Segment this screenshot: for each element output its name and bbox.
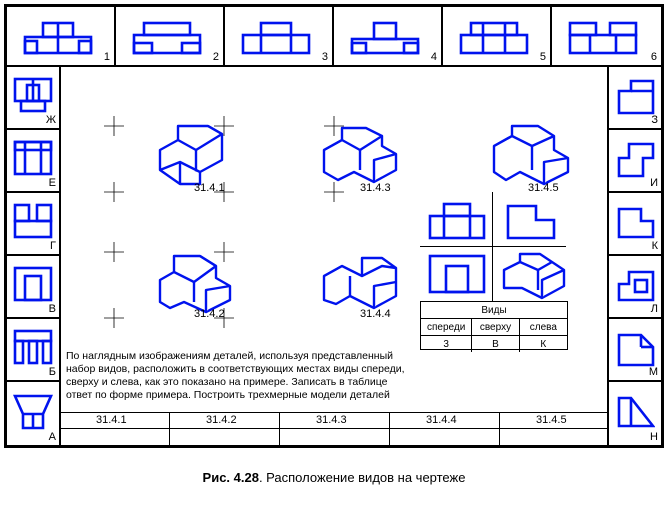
right-view-icon-m bbox=[617, 331, 655, 367]
example-left-view-icon bbox=[506, 202, 556, 240]
left-label: Е bbox=[49, 177, 56, 189]
bcol-v3 bbox=[389, 412, 390, 446]
bottom-col: 31.4.2 bbox=[206, 414, 237, 426]
bottom-col: 31.4.4 bbox=[426, 414, 457, 426]
caption-text: . Расположение видов на чертеже bbox=[259, 470, 466, 485]
left-cell-g: Г bbox=[6, 192, 60, 255]
caption-ref: Рис. 4.28 bbox=[203, 470, 259, 485]
views-hdr: сверху bbox=[472, 319, 519, 335]
top-label: 3 bbox=[322, 51, 328, 63]
bcol-v1 bbox=[169, 412, 170, 446]
views-val: 3 bbox=[421, 336, 472, 352]
views-title: Виды bbox=[421, 302, 567, 318]
top-view-icon-5 bbox=[459, 21, 529, 55]
iso-label: 31.4.2 bbox=[194, 308, 225, 320]
top-view-icon-1 bbox=[23, 21, 93, 55]
top-label: 5 bbox=[540, 51, 546, 63]
left-cell-a: А bbox=[6, 381, 60, 446]
top-label: 4 bbox=[431, 51, 437, 63]
bottom-row-top bbox=[60, 412, 608, 413]
example-iso-icon bbox=[498, 250, 568, 300]
right-cell-n: Н bbox=[608, 381, 662, 446]
views-val: В bbox=[472, 336, 519, 352]
iso-label: 31.4.1 bbox=[194, 182, 225, 194]
left-view-icon-b bbox=[13, 329, 53, 365]
left-label: А bbox=[49, 431, 56, 443]
bcol-v4 bbox=[499, 412, 500, 446]
left-label: В bbox=[49, 303, 56, 315]
top-cell-4: 4 bbox=[333, 6, 442, 66]
top-view-icon-3 bbox=[241, 21, 311, 55]
iso-part-4 bbox=[316, 246, 406, 316]
right-label: М bbox=[649, 366, 658, 378]
example-hline bbox=[420, 246, 566, 247]
views-hdr: слева bbox=[520, 319, 567, 335]
right-label: И bbox=[650, 177, 658, 189]
task-text: По наглядным изображениям деталей, испол… bbox=[66, 350, 416, 403]
top-view-icon-4 bbox=[350, 21, 420, 55]
iso-part-3 bbox=[316, 120, 406, 190]
views-val: К bbox=[520, 336, 567, 352]
left-view-icon-g bbox=[13, 203, 53, 239]
left-cell-v: В bbox=[6, 255, 60, 318]
left-cell-b: Б bbox=[6, 318, 60, 381]
iso-part-1 bbox=[150, 120, 240, 190]
left-cell-zh: Ж bbox=[6, 66, 60, 129]
left-label: Г bbox=[50, 240, 56, 252]
right-cell-l: Л bbox=[608, 255, 662, 318]
top-view-icon-6 bbox=[568, 21, 638, 55]
right-cell-k: К bbox=[608, 192, 662, 255]
views-hdr: спереди bbox=[421, 319, 472, 335]
top-label: 6 bbox=[651, 51, 657, 63]
right-view-icon-i bbox=[617, 142, 655, 178]
left-view-icon-e bbox=[13, 140, 53, 176]
right-label: К bbox=[652, 240, 658, 252]
top-label: 2 bbox=[213, 51, 219, 63]
left-label: Б bbox=[49, 366, 56, 378]
left-view-icon-v bbox=[13, 266, 53, 302]
top-cell-3: 3 bbox=[224, 6, 333, 66]
left-view-icon-zh bbox=[13, 77, 53, 113]
right-view-icon-l bbox=[617, 270, 655, 302]
right-label: З bbox=[651, 114, 658, 126]
left-label: Ж bbox=[46, 114, 56, 126]
top-cell-2: 2 bbox=[115, 6, 224, 66]
right-label: Н bbox=[650, 431, 658, 443]
bcol-v2 bbox=[279, 412, 280, 446]
example-front-view-icon bbox=[428, 202, 486, 240]
left-cell-e: Е bbox=[6, 129, 60, 192]
figure-caption: Рис. 4.28. Расположение видов на чертеже bbox=[0, 470, 668, 485]
bottom-row-mid bbox=[60, 428, 608, 429]
iso-part-2 bbox=[150, 246, 240, 316]
right-label: Л bbox=[651, 303, 658, 315]
right-view-icon-z bbox=[617, 79, 655, 115]
left-view-icon-a bbox=[13, 394, 53, 430]
top-cell-5: 5 bbox=[442, 6, 551, 66]
bottom-col: 31.4.3 bbox=[316, 414, 347, 426]
iso-part-5 bbox=[484, 120, 574, 190]
top-cell-6: 6 bbox=[551, 6, 662, 66]
example-top-view-icon bbox=[428, 254, 486, 294]
top-cell-1: 1 bbox=[6, 6, 115, 66]
page: 31.4 1 2 bbox=[0, 0, 668, 508]
iso-label: 31.4.5 bbox=[528, 182, 559, 194]
right-cell-i: И bbox=[608, 129, 662, 192]
views-table: Виды спереди сверху слева 3 В К bbox=[420, 301, 568, 350]
iso-label: 31.4.4 bbox=[360, 308, 391, 320]
bottom-col: 31.4.5 bbox=[536, 414, 567, 426]
top-label: 1 bbox=[104, 51, 110, 63]
bottom-col: 31.4.1 bbox=[96, 414, 127, 426]
right-view-icon-n bbox=[617, 396, 655, 428]
top-view-icon-2 bbox=[132, 21, 202, 55]
right-cell-m: М bbox=[608, 318, 662, 381]
right-cell-z: З bbox=[608, 66, 662, 129]
right-view-icon-k bbox=[617, 207, 655, 239]
iso-label: 31.4.3 bbox=[360, 182, 391, 194]
